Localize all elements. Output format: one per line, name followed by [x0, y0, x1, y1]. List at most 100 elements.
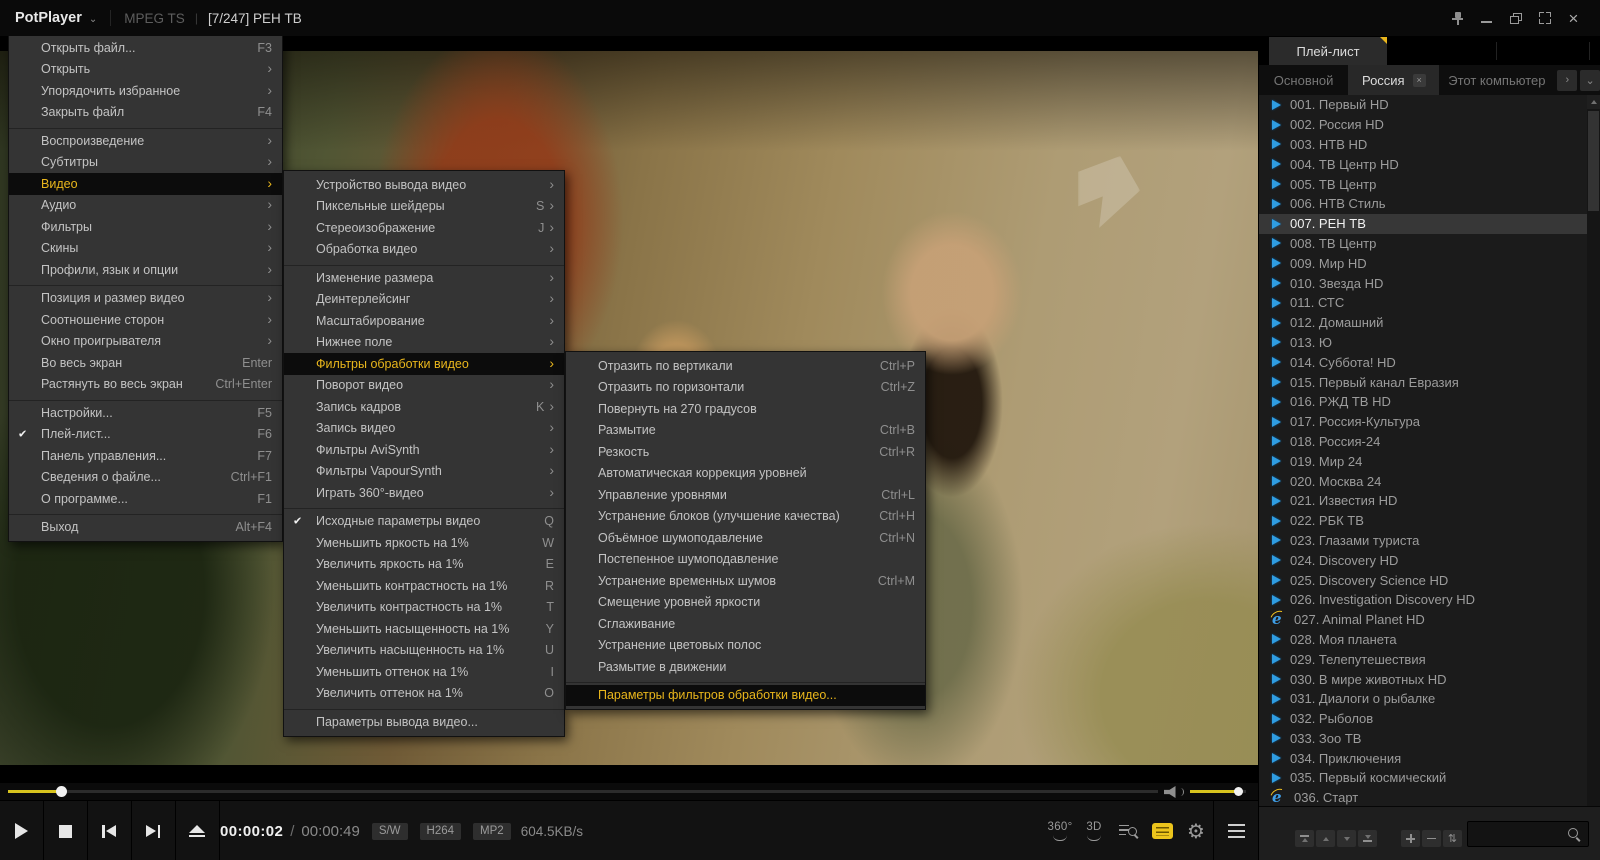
menu-item[interactable]: Повернуть на 270 градусов: [566, 398, 925, 420]
playlist-item[interactable]: e 012. Домашний: [1259, 313, 1588, 333]
menu-item[interactable]: Открыть ›: [9, 59, 282, 81]
menu-item[interactable]: Настройки... F5: [9, 402, 282, 424]
playlist-item[interactable]: e 019. Мир 24: [1259, 451, 1588, 471]
menu-item[interactable]: [566, 678, 925, 685]
search-list-button[interactable]: [1111, 801, 1145, 860]
menu-item[interactable]: Уменьшить яркость на 1% W: [284, 532, 564, 554]
menu-button[interactable]: [1214, 801, 1258, 860]
playlist-item[interactable]: e 017. Россия-Культура: [1259, 412, 1588, 432]
menu-item[interactable]: Управление уровнями Ctrl+L: [566, 484, 925, 506]
menu-item[interactable]: Устранение временных шумов Ctrl+M: [566, 570, 925, 592]
sort-button[interactable]: ⇅: [1443, 830, 1462, 847]
playlist-item[interactable]: e 020. Москва 24: [1259, 471, 1588, 491]
playlist-item[interactable]: e 026. Investigation Discovery HD: [1259, 590, 1588, 610]
tab-this-computer[interactable]: Этот компьютер: [1439, 65, 1554, 95]
menu-item[interactable]: Закрыть файл F4: [9, 102, 282, 124]
view-3d-button[interactable]: 3D: [1077, 801, 1111, 860]
menu-item[interactable]: ✔ Исходные параметры видео Q: [284, 511, 564, 533]
menu-item[interactable]: Воспроизведение ›: [9, 130, 282, 152]
view-360-button[interactable]: 360°: [1043, 801, 1077, 860]
menu-item[interactable]: ✔ Плей-лист... F6: [9, 424, 282, 446]
tab-playlist[interactable]: Плей-лист: [1269, 37, 1387, 65]
menu-item[interactable]: Профили, язык и опции ›: [9, 259, 282, 281]
playlist-item[interactable]: e 027. Animal Planet HD: [1259, 610, 1588, 630]
menu-item[interactable]: Изменение размера ›: [284, 267, 564, 289]
menu-item[interactable]: Сведения о файле... Ctrl+F1: [9, 467, 282, 489]
menu-item[interactable]: Увеличить насыщенность на 1% U: [284, 640, 564, 662]
menu-item[interactable]: Играть 360°-видео ›: [284, 482, 564, 504]
fullscreen-button[interactable]: [1530, 5, 1559, 31]
menu-item[interactable]: Размытие Ctrl+B: [566, 420, 925, 442]
eject-button[interactable]: [176, 801, 218, 860]
menu-item[interactable]: [284, 704, 564, 711]
subtitles-button[interactable]: [1145, 801, 1179, 860]
menu-item[interactable]: Постепенное шумоподавление: [566, 549, 925, 571]
menu-item[interactable]: Уменьшить насыщенность на 1% Y: [284, 618, 564, 640]
menu-item[interactable]: Упорядочить избранное ›: [9, 80, 282, 102]
menu-item[interactable]: Аудио ›: [9, 195, 282, 217]
next-button[interactable]: [132, 801, 174, 860]
menu-item[interactable]: Уменьшить контрастность на 1% R: [284, 575, 564, 597]
playlist-item[interactable]: e 007. РЕН ТВ: [1259, 213, 1588, 234]
menu-item[interactable]: [9, 281, 282, 288]
playlist-item[interactable]: e 005. ТВ Центр: [1259, 174, 1588, 194]
menu-item[interactable]: Выход Alt+F4: [9, 517, 282, 539]
menu-item[interactable]: Отразить по вертикали Ctrl+P: [566, 355, 925, 377]
menu-item[interactable]: [284, 260, 564, 267]
menu-item[interactable]: Запись кадров K ›: [284, 396, 564, 418]
restore-button[interactable]: [1501, 5, 1530, 31]
playlist-item[interactable]: e 006. НТВ Стиль: [1259, 194, 1588, 214]
menu-item[interactable]: [9, 123, 282, 130]
tab-close-icon[interactable]: ×: [1412, 73, 1426, 87]
playlist-item[interactable]: e 029. Телепутешествия: [1259, 649, 1588, 669]
menu-item[interactable]: Фильтры AviSynth ›: [284, 439, 564, 461]
seek-thumb[interactable]: [56, 786, 67, 797]
menu-item[interactable]: Растянуть во весь экран Ctrl+Enter: [9, 374, 282, 396]
menu-item[interactable]: Сглаживание: [566, 613, 925, 635]
menu-item[interactable]: Пиксельные шейдеры S ›: [284, 196, 564, 218]
menu-item[interactable]: Увеличить яркость на 1% E: [284, 554, 564, 576]
app-menu-button[interactable]: PotPlayer ⌄: [15, 10, 97, 26]
menu-item[interactable]: Устройство вывода видео ›: [284, 174, 564, 196]
menu-item[interactable]: Деинтерлейсинг ›: [284, 289, 564, 311]
menu-item[interactable]: Поворот видео ›: [284, 375, 564, 397]
menu-item[interactable]: Устранение цветовых полос: [566, 635, 925, 657]
menu-item[interactable]: Смещение уровней яркости: [566, 592, 925, 614]
menu-item[interactable]: Отразить по горизонтали Ctrl+Z: [566, 377, 925, 399]
menu-item[interactable]: Увеличить оттенок на 1% O: [284, 683, 564, 705]
menu-item[interactable]: Фильтры ›: [9, 216, 282, 238]
playlist-item[interactable]: e 004. ТВ Центр HD: [1259, 154, 1588, 174]
playlist-search-input[interactable]: [1472, 824, 1566, 846]
menu-item[interactable]: [9, 510, 282, 517]
menu-item[interactable]: Стереоизображение J ›: [284, 217, 564, 239]
menu-item[interactable]: Фильтры VapourSynth ›: [284, 461, 564, 483]
menu-item[interactable]: Фильтры обработки видео ›: [284, 353, 564, 375]
menu-item[interactable]: Запись видео ›: [284, 418, 564, 440]
menu-item[interactable]: Объёмное шумоподавление Ctrl+N: [566, 527, 925, 549]
playlist-item[interactable]: e 015. Первый канал Евразия: [1259, 372, 1588, 392]
pin-button[interactable]: [1443, 5, 1472, 31]
remove-item-button[interactable]: [1422, 830, 1441, 847]
menu-item[interactable]: Во весь экран Enter: [9, 352, 282, 374]
menu-item[interactable]: Устранение блоков (улучшение качества) C…: [566, 506, 925, 528]
menu-item[interactable]: Уменьшить оттенок на 1% I: [284, 661, 564, 683]
previous-button[interactable]: [88, 801, 130, 860]
playlist-item[interactable]: e 023. Глазами туриста: [1259, 531, 1588, 551]
stop-button[interactable]: [44, 801, 86, 860]
playlist-item[interactable]: e 010. Звезда HD: [1259, 273, 1588, 293]
volume-thumb[interactable]: [1234, 787, 1243, 796]
playlist-item[interactable]: e 008. ТВ Центр: [1259, 234, 1588, 254]
scroll-up-button[interactable]: [1587, 95, 1600, 109]
move-top-button[interactable]: [1295, 830, 1314, 847]
menu-item[interactable]: Параметры фильтров обработки видео...: [566, 684, 925, 706]
menu-item[interactable]: Открыть файл... F3: [9, 37, 282, 59]
playlist-item[interactable]: e 013. Ю: [1259, 333, 1588, 353]
menu-item[interactable]: Резкость Ctrl+R: [566, 441, 925, 463]
playlist-item[interactable]: e 011. СТС: [1259, 293, 1588, 313]
playlist-item[interactable]: e 036. Старт: [1259, 788, 1588, 807]
tab-list-dropdown-button[interactable]: ⌄: [1580, 69, 1600, 91]
playlist-item[interactable]: e 014. Суббота! HD: [1259, 352, 1588, 372]
play-button[interactable]: [0, 801, 42, 860]
menu-item[interactable]: Позиция и размер видео ›: [9, 288, 282, 310]
move-down-button[interactable]: [1337, 830, 1356, 847]
